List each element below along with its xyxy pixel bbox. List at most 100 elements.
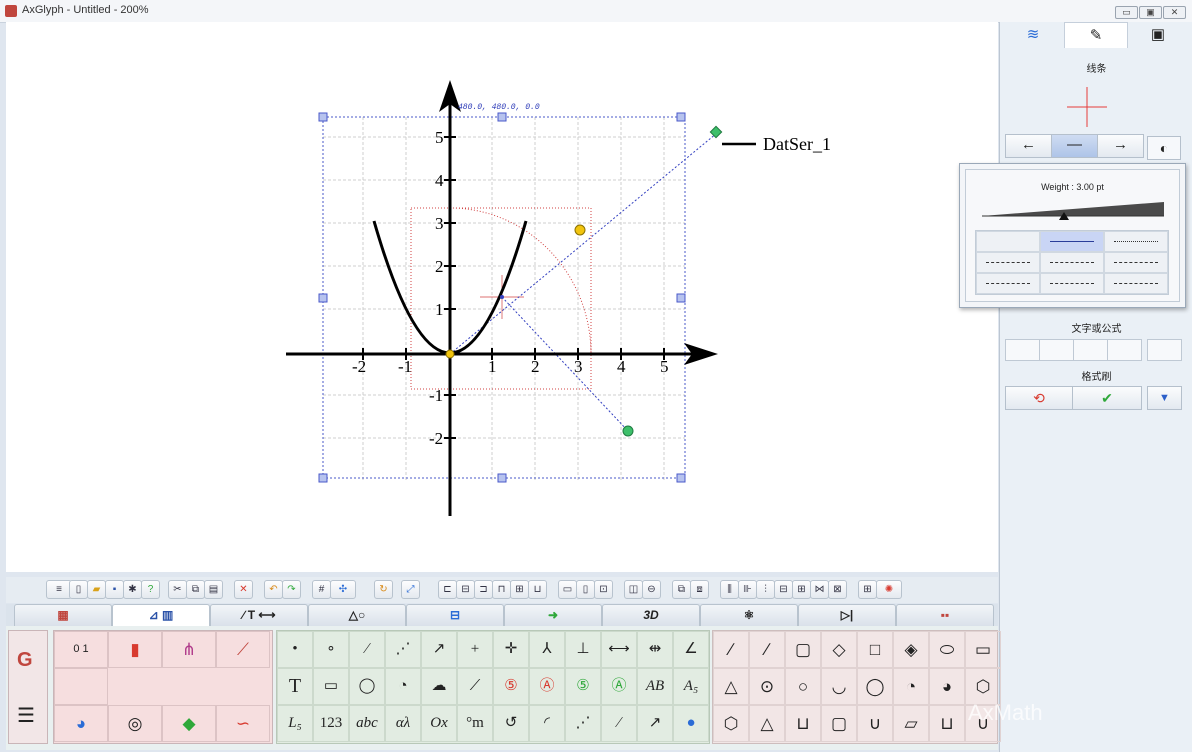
resize-icon[interactable]: ⊠ [828, 580, 847, 599]
align-top-icon[interactable]: ⊓ [492, 580, 511, 599]
axis-ruler-icon[interactable]: 0 1 [54, 631, 108, 668]
line-style-button[interactable]: — [1051, 134, 1098, 158]
control-point-green[interactable] [622, 425, 634, 437]
color-scale-icon[interactable]: ▮ [108, 631, 162, 668]
text-field-2[interactable] [1039, 339, 1074, 361]
circle-points-icon[interactable]: ◯ [857, 668, 893, 705]
text-field-1[interactable] [1005, 339, 1040, 361]
arrow-start-button[interactable]: ← [1005, 134, 1052, 158]
tab-misc[interactable]: ▪▪ [896, 604, 994, 626]
equal-space-icon[interactable]: ⋈ [810, 580, 829, 599]
space-h-icon[interactable]: ⊟ [774, 580, 793, 599]
minimize-button[interactable]: ▭ [1115, 6, 1138, 19]
pacman-icon[interactable]: ◕ [929, 668, 965, 705]
format-dropdown-button[interactable]: ▼ [1147, 386, 1182, 410]
dash-style-medium[interactable] [1040, 252, 1104, 273]
tab-arrows[interactable]: ➜ [504, 604, 602, 626]
graph-mode-icon[interactable]: G [17, 649, 33, 672]
flip-vertical-icon[interactable]: ⊖ [642, 580, 661, 599]
circle-center-icon[interactable]: ⊙ [749, 668, 785, 705]
space-v-icon[interactable]: ⊞ [792, 580, 811, 599]
italic-text-icon[interactable]: abc [349, 705, 385, 742]
triangle-vertices-icon[interactable]: △ [749, 705, 785, 742]
camera-icon[interactable]: ▣ [1127, 22, 1189, 47]
spiral-plot-icon[interactable]: ∽ [216, 705, 270, 742]
surface-plot-icon[interactable]: ◆ [162, 705, 216, 742]
bring-front-icon[interactable]: ⧉ [672, 580, 691, 599]
same-width-icon[interactable]: ▭ [558, 580, 577, 599]
hexagon-small-icon[interactable]: ⬡ [713, 705, 749, 742]
number-circle-icon[interactable]: ⑤ [493, 668, 529, 705]
tab-color[interactable]: ▦ [14, 604, 112, 626]
triangle-icon[interactable]: △ [713, 668, 749, 705]
line-icon[interactable]: ∕ [349, 631, 385, 668]
text-field-4[interactable] [1107, 339, 1142, 361]
redo-icon[interactable]: ↷ [282, 580, 301, 599]
square-point-icon[interactable]: ▢ [785, 631, 821, 668]
arc-icon[interactable]: ◜ [529, 705, 565, 742]
rectangle-icon[interactable]: ▭ [965, 631, 1001, 668]
flip-icon[interactable]: ⤢ [401, 580, 420, 599]
tab-chart[interactable]: ⊿ ▥ [112, 604, 210, 626]
thought-bubble-icon[interactable]: ☁ [421, 668, 457, 705]
subscript-l-icon[interactable]: L₅ [277, 705, 313, 742]
kite-icon[interactable]: ◈ [893, 631, 929, 668]
origin-point[interactable] [445, 349, 455, 359]
chat-bubble-icon[interactable]: ● [673, 705, 709, 742]
rotate-icon[interactable]: ↻ [374, 580, 393, 599]
unit-label-icon[interactable]: °m [457, 705, 493, 742]
delete-icon[interactable]: ✕ [234, 580, 253, 599]
tab-physics[interactable]: ⚛ [700, 604, 798, 626]
line-chart-icon[interactable]: ⟋ [216, 631, 270, 668]
bold-line-icon[interactable]: ∕ [601, 705, 637, 742]
dash-style-none[interactable] [976, 231, 1040, 252]
dash-style-solid[interactable] [1040, 231, 1104, 252]
circle-point-icon[interactable]: ∘ [313, 631, 349, 668]
align-center-icon[interactable]: ⊟ [456, 580, 475, 599]
selection-box[interactable] [322, 116, 686, 479]
speech-bubble-icon[interactable]: ◔ [385, 668, 421, 705]
dash-style-long[interactable] [1104, 252, 1168, 273]
tripod-icon[interactable]: ⅄ [529, 631, 565, 668]
arrow-end-button[interactable]: → [1097, 134, 1144, 158]
end-point-diamond[interactable] [709, 125, 723, 139]
center-point[interactable] [500, 295, 504, 299]
maximize-button[interactable]: ▣ [1139, 6, 1162, 19]
copy-icon[interactable]: ⧉ [186, 580, 205, 599]
align-middle-icon[interactable]: ⊞ [510, 580, 529, 599]
greek-text-icon[interactable]: αλ [385, 705, 421, 742]
callout-round-icon[interactable]: ◯ [349, 668, 385, 705]
flip-horizontal-icon[interactable]: ◫ [624, 580, 643, 599]
bracket-curve-icon[interactable]: ⊔ [929, 705, 965, 742]
square-icon[interactable]: □ [857, 631, 893, 668]
vector-field-icon[interactable]: ⋔ [162, 631, 216, 668]
align-left-icon[interactable]: ⊏ [438, 580, 457, 599]
axes-cross-icon[interactable]: ✛ [493, 631, 529, 668]
cup-curve-icon[interactable]: ∪ [857, 705, 893, 742]
paste-icon[interactable]: ▤ [204, 580, 223, 599]
polygon-icon[interactable]: ▱ [893, 705, 929, 742]
tab-line-text[interactable]: ∕ T ⟷ [210, 604, 308, 626]
span-icon[interactable]: ⇹ [637, 631, 673, 668]
ungroup-icon[interactable]: ✺ [876, 580, 902, 599]
text-icon[interactable]: T [277, 668, 313, 705]
dash-style-dashdotdot[interactable] [1104, 273, 1168, 294]
control-point-yellow[interactable] [574, 224, 586, 236]
arc-open-icon[interactable]: ◡ [821, 668, 857, 705]
letter-pin-icon[interactable]: Ⓐ [601, 668, 637, 705]
layout-mode-icon[interactable]: ☰ [17, 703, 35, 728]
label-line-icon[interactable]: ⟋ [457, 668, 493, 705]
cross-hair-icon[interactable]: + [457, 631, 493, 668]
number-label-icon[interactable]: 123 [313, 705, 349, 742]
dashed-line-icon[interactable]: ⋰ [385, 631, 421, 668]
align-right-icon[interactable]: ⊐ [474, 580, 493, 599]
same-height-icon[interactable]: ▯ [576, 580, 595, 599]
number-pin-icon[interactable]: ⑤ [565, 668, 601, 705]
segment-icon[interactable]: ∕ [713, 631, 749, 668]
dimension-icon[interactable]: ⟷ [601, 631, 637, 668]
same-size-icon[interactable]: ⊡ [594, 580, 613, 599]
help-icon[interactable]: ? [141, 580, 160, 599]
text-field-3[interactable] [1073, 339, 1108, 361]
subscript-label-icon[interactable]: A₅ [673, 668, 709, 705]
drawing-canvas[interactable]: -2 -1 1 2 3 4 5 5 4 3 2 1 -1 -2 480.0, 4… [6, 22, 998, 572]
